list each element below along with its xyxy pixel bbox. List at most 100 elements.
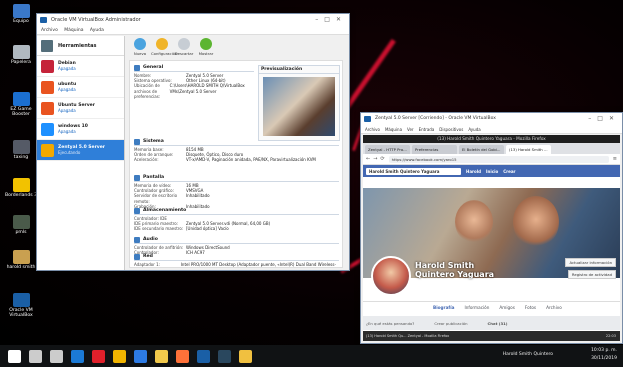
profile-picture[interactable] — [371, 256, 411, 296]
update-info-button[interactable]: Actualizar información — [565, 258, 616, 267]
storage-header[interactable]: Almacenamiento — [143, 208, 186, 213]
facebook-search-input[interactable]: Harold Smith Quintero Yaguara — [366, 167, 461, 175]
desktop-icon-image — [12, 293, 30, 307]
new-button[interactable]: Nueva — [129, 38, 151, 56]
tools-item[interactable]: Herramientas — [37, 36, 124, 56]
menu-maquina[interactable]: Máquina — [64, 28, 83, 33]
browser-tab[interactable]: Preferencias — [412, 145, 457, 154]
virtualbox-icon[interactable] — [197, 349, 210, 363]
desktop-icon[interactable]: Papelera — [2, 45, 40, 65]
audio-icon — [134, 237, 140, 243]
window-controls[interactable]: –□✕ — [315, 14, 347, 26]
desktop-icon[interactable]: pmls — [2, 215, 40, 235]
reload-icon[interactable]: ⟳ — [380, 156, 384, 162]
back-icon[interactable]: ← — [366, 156, 370, 162]
general-header[interactable]: General — [143, 65, 163, 70]
explorer-icon[interactable] — [155, 349, 168, 363]
taskbar: Harold Smith Quintero 10:03 p. m. 30/11/… — [0, 345, 623, 367]
menu-icon[interactable]: ≡ — [613, 156, 617, 162]
firefox-icon[interactable] — [176, 349, 189, 363]
opera-icon[interactable] — [92, 349, 105, 363]
vm-state: Apagada — [58, 87, 76, 92]
settings-label: Configuración — [151, 51, 178, 56]
general-row: Ubicación de archivos de preferencias: C:… — [134, 83, 254, 99]
desktop-icon-image — [12, 178, 30, 192]
chrome-icon[interactable] — [113, 349, 126, 363]
vm-taskbar-items[interactable]: (13) Harold Smith Qu... Zentyal - Mozill… — [366, 334, 606, 338]
vm-os-icon — [41, 122, 54, 136]
preview-header[interactable]: Previsualización — [259, 66, 339, 74]
vm-list-item[interactable]: Debian Apagada — [37, 56, 124, 77]
search-icon[interactable] — [29, 349, 42, 363]
system-header[interactable]: Sistema — [143, 139, 164, 144]
windows-start-icon[interactable] — [8, 349, 21, 363]
task-view-icon[interactable] — [50, 349, 63, 363]
cover-face — [455, 200, 493, 244]
vm-list-item[interactable]: Ubuntu Server Apagada — [37, 98, 124, 119]
show-button[interactable]: Mostrar — [195, 38, 217, 56]
menu-item[interactable]: Máquina — [385, 127, 402, 132]
storage-row: IDE secundario maestro: [Unidad óptica] V… — [134, 226, 339, 231]
system-key: Aceleración: — [134, 157, 159, 163]
desktop-icon[interactable]: Oracle VM VirtualBox — [2, 293, 40, 318]
system-section: Sistema Memoria base: 8154 MB Orden de arr… — [134, 139, 339, 163]
browser-tab[interactable]: El Boletín del Gobi... — [459, 145, 504, 154]
composer-input[interactable]: ¿En qué estás pensando? — [366, 321, 414, 326]
folder-icon[interactable] — [239, 349, 252, 363]
fb-nav-create[interactable]: Crear — [503, 169, 515, 174]
general-value: C:\Users\HAROLD SMITH Q\VirtualBox VMs\Z… — [169, 83, 245, 94]
browser-tab[interactable]: Zentyal - HTTP Pro... — [365, 145, 410, 154]
desktop-icon[interactable]: Equipo — [2, 4, 40, 24]
vm-list-item[interactable]: Zentyal 5.0 Server Ejecutando — [37, 140, 124, 161]
fb-nav-home[interactable]: Inicio — [486, 169, 498, 174]
firefox-window[interactable]: (13) Harold Smith Quintero Yaguara - Moz… — [363, 135, 620, 341]
settings-icon — [156, 38, 168, 50]
show-label: Mostrar — [198, 51, 214, 56]
virtualbox-manager-window[interactable]: Oracle VM VirtualBox Administrador –□✕ A… — [36, 13, 350, 271]
store-icon[interactable] — [134, 349, 147, 363]
profile-tab[interactable]: Biografía — [433, 305, 454, 310]
fb-nav-profile[interactable]: Harold — [466, 169, 481, 174]
display-header[interactable]: Pantalla — [143, 175, 164, 180]
menu-item[interactable]: Dispositivos — [439, 127, 463, 132]
clock[interactable]: 10:03 p. m. 30/11/2019 — [591, 347, 617, 363]
profile-tab[interactable]: Archivo — [546, 305, 562, 310]
network-header[interactable]: Red — [143, 254, 153, 259]
desktop-icon[interactable]: EZ Game Booster — [2, 92, 40, 117]
menu-archivo[interactable]: Archivo — [41, 28, 58, 33]
desktop-icon-image — [12, 140, 30, 154]
desktop-icon[interactable]: taxing — [2, 140, 40, 160]
network-icon — [134, 254, 140, 260]
edge-icon[interactable] — [71, 349, 84, 363]
profile-tab[interactable]: Fotos — [525, 305, 536, 310]
menu-ayuda[interactable]: Ayuda — [90, 28, 104, 33]
forward-icon[interactable]: → — [373, 156, 377, 162]
audio-header[interactable]: Audio — [143, 237, 158, 242]
profile-tab[interactable]: Información — [464, 305, 489, 310]
menu-item[interactable]: Entrada — [419, 127, 435, 132]
create-post-button[interactable]: Crear publicación — [434, 321, 467, 326]
desktop-icon[interactable]: Borderlands 3 — [2, 178, 40, 198]
chat-button[interactable]: Chat (31) — [488, 321, 508, 326]
show-icon — [200, 38, 212, 50]
browser-tab[interactable]: (13) Harold Smith ... — [506, 145, 551, 154]
menu-item[interactable]: Archivo — [365, 127, 380, 132]
window-titlebar[interactable]: Oracle VM VirtualBox Administrador –□✕ — [37, 14, 349, 26]
desktop-icon[interactable]: harold smith — [2, 250, 40, 270]
vm-list-item[interactable]: windows 10 Apagada — [37, 119, 124, 140]
zentyal-vm-window[interactable]: Zentyal 5.0 Server [Corriendo] - Oracle … — [360, 112, 623, 344]
window-controls[interactable]: –□✕ — [588, 113, 620, 125]
menu-item[interactable]: Ver — [407, 127, 414, 132]
vm-list-item[interactable]: ubuntu Apagada — [37, 77, 124, 98]
activity-log-button[interactable]: Registro de actividad — [567, 270, 616, 279]
taskbar-user[interactable]: Harold Smith Quintero — [503, 352, 553, 357]
menu-item[interactable]: Ayuda — [468, 127, 480, 132]
settings-button[interactable]: Configuración — [151, 38, 178, 56]
window-titlebar[interactable]: Zentyal 5.0 Server [Corriendo] - Oracle … — [361, 113, 622, 125]
steam-icon[interactable] — [218, 349, 231, 363]
url-bar[interactable]: https://www.facebook.com/yaro15 — [388, 155, 609, 163]
discard-button[interactable]: Descartar — [173, 38, 195, 56]
storage-value: [Unidad óptica] Vacío — [186, 226, 229, 232]
profile-tab[interactable]: Amigos — [499, 305, 515, 310]
desktop-icon-image — [12, 4, 30, 18]
